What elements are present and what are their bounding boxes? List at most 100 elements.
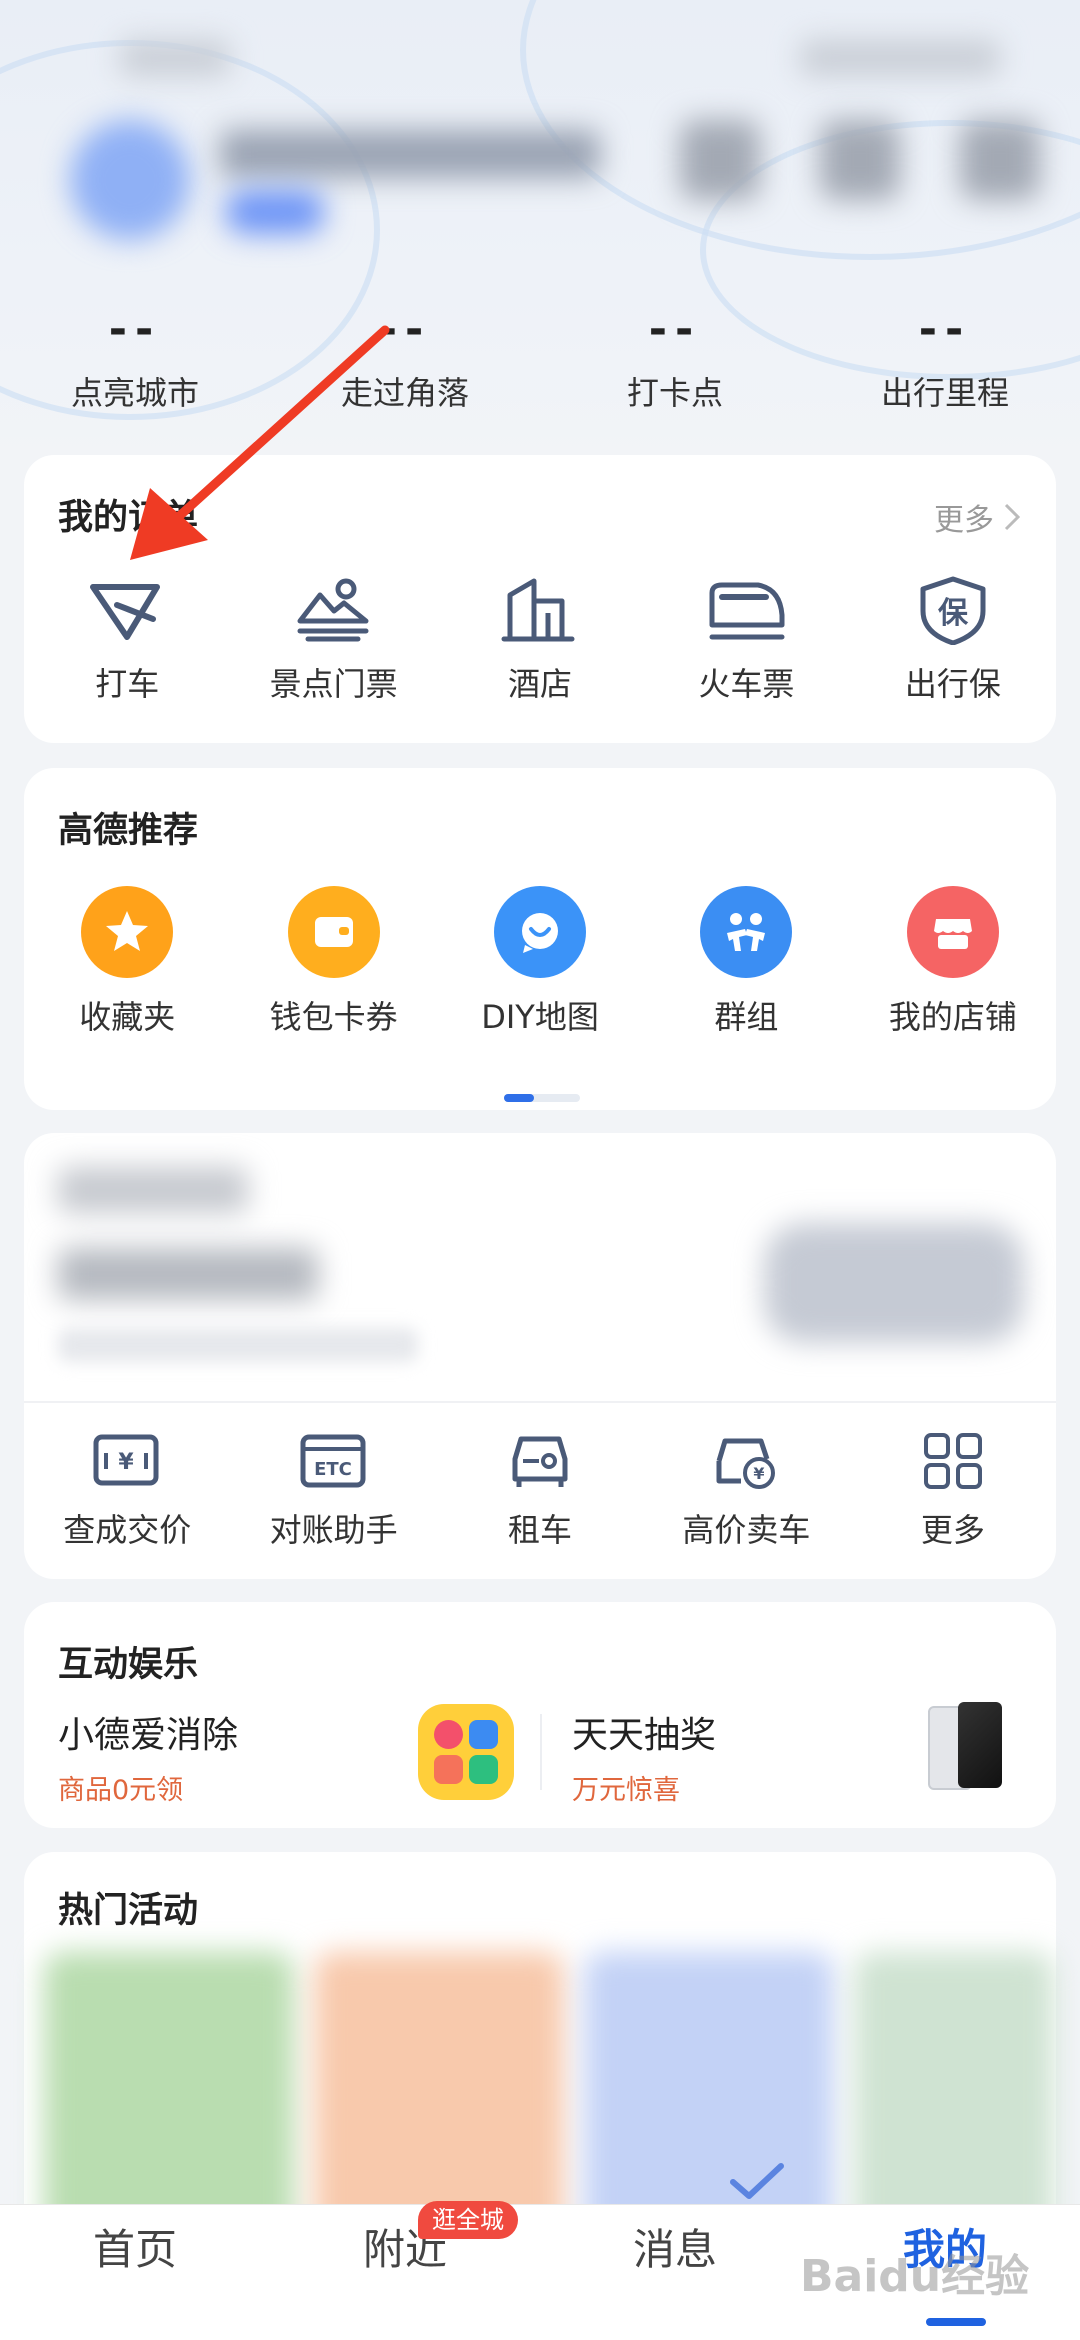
header-icon-2[interactable] xyxy=(820,120,900,200)
stat-corners[interactable]: -- 走过角落 xyxy=(270,300,540,430)
train-icon xyxy=(709,582,785,640)
recommend-favorites[interactable]: 收藏夹 xyxy=(24,886,230,1038)
nav-home[interactable]: 首页 xyxy=(0,2205,270,2340)
entry-divider xyxy=(540,1714,542,1790)
diy-map-icon xyxy=(522,913,559,953)
recommend-title: 高德推荐 xyxy=(58,811,199,851)
lottery-title: 天天抽奖 xyxy=(572,1715,717,1756)
wallet-icon xyxy=(314,917,353,947)
stat-label: 走过角落 xyxy=(340,374,469,412)
chevron-right-icon xyxy=(1004,503,1021,531)
orders-title: 我的订单 xyxy=(58,498,199,538)
lottery-entry[interactable]: 天天抽奖 万元惊喜 xyxy=(572,1706,716,1807)
car-label: 租车 xyxy=(508,1511,573,1549)
car-title-blurred xyxy=(58,1167,248,1213)
stat-checkins[interactable]: -- 打卡点 xyxy=(540,300,810,430)
etc-icon: ETC xyxy=(300,1434,366,1488)
game-icon[interactable] xyxy=(418,1704,514,1800)
shop-icon xyxy=(933,919,972,949)
header-icon-1[interactable] xyxy=(680,120,760,200)
game-tile xyxy=(434,1755,463,1784)
stat-label: 点亮城市 xyxy=(70,374,199,412)
order-scenic-ticket[interactable]: 景点门票 xyxy=(230,575,436,705)
car-divider xyxy=(24,1401,1056,1403)
wallet-badge xyxy=(287,886,380,978)
diy-map-badge xyxy=(494,886,587,978)
order-hotel[interactable]: 酒店 xyxy=(437,575,643,705)
stat-label: 打卡点 xyxy=(626,374,723,412)
nav-label: 首页 xyxy=(92,2225,177,2274)
game-tile xyxy=(469,1720,498,1749)
favorites-badge xyxy=(81,886,174,978)
order-label: 打车 xyxy=(95,665,160,703)
status-icons xyxy=(800,40,1000,76)
car-label: 更多 xyxy=(920,1511,985,1549)
user-level-tag[interactable] xyxy=(225,190,325,234)
nav-nearby[interactable]: 附近 逛全城 xyxy=(270,2201,540,2340)
user-name[interactable] xyxy=(220,130,600,178)
svg-text:¥: ¥ xyxy=(754,1464,765,1483)
stat-value: -- xyxy=(648,304,702,355)
recommend-shop[interactable]: 我的店铺 xyxy=(850,886,1056,1038)
car-label: 对账助手 xyxy=(269,1511,398,1549)
page-indicator xyxy=(504,1094,580,1102)
recommend-label: 收藏夹 xyxy=(79,998,176,1036)
car-rent[interactable]: 租车 xyxy=(437,1431,643,1551)
order-train[interactable]: 火车票 xyxy=(643,575,849,705)
car-price-check[interactable]: ¥ 查成交价 xyxy=(24,1431,230,1551)
stat-value: -- xyxy=(918,304,972,355)
stat-mileage[interactable]: -- 出行里程 xyxy=(810,300,1080,430)
game-title: 小德爱消除 xyxy=(58,1715,239,1756)
lottery-subtitle: 万元惊喜 xyxy=(572,1775,680,1806)
recommend-icon-row: 收藏夹 钱包卡券 DIY地图 群组 我的店铺 xyxy=(24,886,1056,1038)
check-icon xyxy=(730,2163,784,2199)
car-more[interactable]: 更多 xyxy=(850,1431,1056,1551)
car-service-card: ¥ 查成交价 ETC 对账助手 租车 ¥ 高价卖车 更多 xyxy=(24,1133,1056,1579)
shop-badge xyxy=(906,886,999,978)
orders-more-link[interactable]: 更多 xyxy=(934,495,1022,539)
car-desc-blurred xyxy=(58,1328,418,1362)
hot-title: 热门活动 xyxy=(58,1891,199,1931)
recommend-wallet[interactable]: 钱包卡券 xyxy=(230,886,436,1038)
rent-car-icon xyxy=(512,1436,568,1487)
recommend-label: DIY地图 xyxy=(481,998,599,1036)
page-indicator-active xyxy=(504,1094,534,1102)
order-insurance[interactable]: 保 出行保 xyxy=(850,575,1056,705)
stat-label: 出行里程 xyxy=(880,374,1009,412)
stat-cities[interactable]: -- 点亮城市 xyxy=(0,300,270,430)
car-label: 高价卖车 xyxy=(682,1511,811,1549)
recommend-diy-map[interactable]: DIY地图 xyxy=(437,886,643,1038)
watermark-text: Baidu经验 xyxy=(800,2251,1030,2302)
game-tile xyxy=(469,1755,498,1784)
game-entry[interactable]: 小德爱消除 商品0元领 xyxy=(58,1706,238,1807)
more-label: 更多 xyxy=(934,503,994,538)
avatar[interactable] xyxy=(70,120,190,240)
order-taxi[interactable]: 打车 xyxy=(24,575,230,705)
phone-front xyxy=(958,1702,1002,1788)
status-time xyxy=(120,40,230,76)
stat-value: -- xyxy=(378,304,432,355)
scenic-ticket-icon xyxy=(297,578,369,642)
order-label: 出行保 xyxy=(904,665,1001,703)
nav-label: 消息 xyxy=(632,2225,717,2274)
car-label: 查成交价 xyxy=(63,1511,192,1549)
header-icon-3[interactable] xyxy=(960,120,1040,200)
nav-messages[interactable]: 消息 xyxy=(540,2205,810,2340)
stat-value: -- xyxy=(108,304,162,355)
order-label: 景点门票 xyxy=(269,665,398,703)
hotel-icon xyxy=(501,578,575,642)
sell-car-icon: ¥ xyxy=(716,1438,776,1489)
star-icon xyxy=(106,911,149,951)
nearby-badge: 逛全城 xyxy=(418,2201,518,2239)
svg-text:¥: ¥ xyxy=(119,1450,135,1475)
orders-icon-row: 打车 景点门票 酒店 火车票 保 出行保 xyxy=(24,575,1056,705)
car-image-blurred[interactable] xyxy=(764,1223,1024,1343)
recommend-label: 群组 xyxy=(714,998,779,1036)
group-icon xyxy=(727,913,766,951)
entertainment-card: 互动娱乐 小德爱消除 商品0元领 天天抽奖 万元惊喜 xyxy=(24,1602,1056,1828)
car-etc-assistant[interactable]: ETC 对账助手 xyxy=(230,1431,436,1551)
phone-prize-image[interactable] xyxy=(928,1702,1008,1792)
recommend-group[interactable]: 群组 xyxy=(643,886,849,1038)
car-icon-row: ¥ 查成交价 ETC 对账助手 租车 ¥ 高价卖车 更多 xyxy=(24,1431,1056,1551)
car-sell[interactable]: ¥ 高价卖车 xyxy=(643,1431,849,1551)
